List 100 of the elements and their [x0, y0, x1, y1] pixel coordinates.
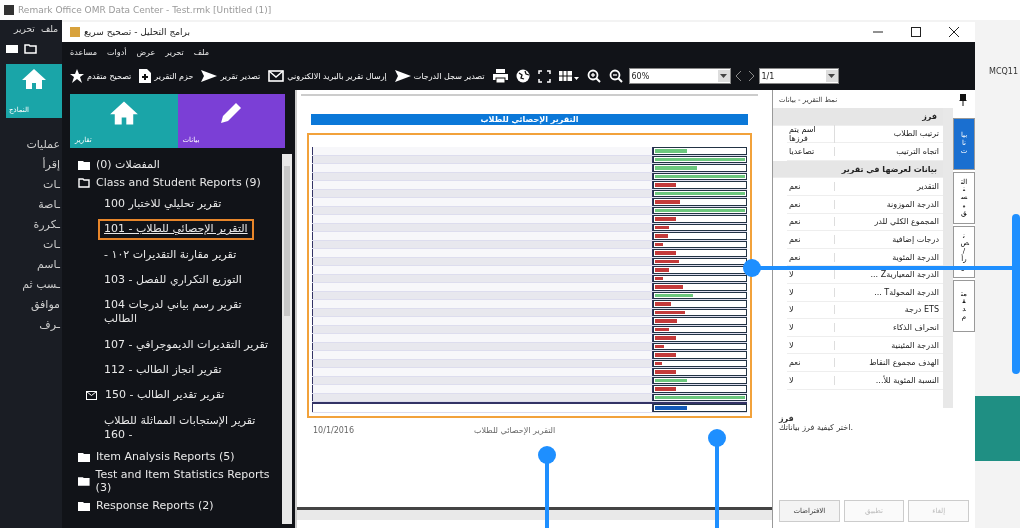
column-header: MCQ11	[989, 67, 1018, 76]
report-item[interactable]: 104 تقرير رسم بياني لدرجات الطالب	[98, 295, 280, 330]
home-icon	[108, 100, 139, 126]
report-item[interactable]: 101 - التقرير الإحصائي للطلاب	[98, 219, 254, 240]
toolbar-icon[interactable]	[6, 44, 18, 54]
folder-icon	[78, 476, 90, 487]
page-dropdown[interactable]: 1/1	[758, 68, 839, 84]
menu-item[interactable]: عرض	[136, 47, 156, 57]
report-item[interactable]: 107 - تقرير التقديرات الديموجرافي	[98, 334, 275, 356]
property-value[interactable]: نعم	[787, 358, 835, 368]
envelope-icon	[86, 391, 97, 400]
property-name: انحراف الذكاء	[892, 322, 940, 332]
property-group[interactable]: فرز	[922, 111, 937, 121]
report-item[interactable]: - تقرير مقارنة التقديرات ١٠٢	[98, 244, 243, 265]
arrow-icon	[201, 70, 218, 82]
property-name: درجة ETS	[903, 305, 940, 315]
property-value[interactable]: نعم	[787, 217, 835, 227]
globe-icon	[515, 69, 530, 83]
property-name: ... Tالدرجة المحولة	[873, 287, 940, 297]
grid-button[interactable]	[556, 69, 581, 83]
report-item[interactable]: 103 - التوزيع التكراري للفصل	[98, 269, 248, 291]
sidebar-item[interactable]: ـاسم	[36, 258, 60, 271]
window-title: برامج التحليل - تصحيح سريع	[84, 27, 191, 37]
sidebar-item[interactable]: ـكررة	[33, 218, 60, 231]
pin-icon[interactable]	[959, 94, 967, 106]
property-name: ترتيب الطلاب	[892, 129, 940, 139]
window-icon	[70, 27, 80, 37]
property-value[interactable]: لا	[787, 287, 835, 297]
property-name: درجات إضافية	[891, 234, 940, 244]
side-panel	[975, 396, 1020, 461]
menu-item[interactable]: تحرير	[14, 24, 35, 34]
property-value[interactable]: نعم	[787, 199, 835, 209]
toolbar-button[interactable]: حزم التقرير	[137, 68, 196, 84]
toolbar-button[interactable]: تصحيح متقدم	[68, 68, 134, 84]
property-value[interactable]: اسم يتم فرزها	[787, 124, 835, 143]
sidebar-item[interactable]: إقرأ	[42, 158, 60, 171]
property-value[interactable]: نعم	[787, 252, 835, 262]
menu-item[interactable]: ملف	[40, 24, 58, 34]
footer-date: 10/1/2016	[313, 425, 355, 435]
property-name: الدرجة الموزونة	[885, 199, 940, 209]
property-value[interactable]: لا	[787, 375, 835, 385]
report-item[interactable]: 100 تقرير تحليلي للاختبار	[98, 194, 228, 215]
tree-folder[interactable]: Item Analysis Reports (5)	[78, 450, 282, 464]
property-name: المجموع الكلي للدر	[873, 217, 940, 227]
toolbar-button[interactable]: تصدير تقرير	[199, 69, 263, 83]
sidebar-item[interactable]: ـات	[43, 178, 60, 191]
help-text: اختر كيفية فرز بياناتك.	[779, 423, 854, 432]
tree-folder[interactable]: Class and Student Reports (9)	[78, 176, 282, 189]
maximize-icon[interactable]	[911, 27, 921, 37]
menu-item[interactable]: ملف	[193, 47, 209, 57]
next-page-icon[interactable]	[746, 71, 755, 81]
property-name: ... Zالدرجة المعيارية	[869, 270, 940, 280]
zoom-in-icon	[586, 69, 601, 83]
sidebar-item[interactable]: ـاصة	[38, 198, 60, 211]
folder-icon	[78, 500, 90, 511]
star-icon	[70, 69, 84, 83]
fullscreen-icon	[537, 69, 551, 83]
close-icon[interactable]	[949, 27, 959, 37]
menu-item[interactable]: تحرير	[165, 47, 184, 57]
tree-folder[interactable]: Response Reports (2)	[78, 499, 282, 513]
property-value[interactable]: تصاعديا	[787, 147, 835, 156]
arrow-icon	[394, 70, 411, 82]
property-name: اتجاه الترتيب	[895, 147, 940, 156]
previous-page-icon[interactable]	[734, 71, 743, 81]
property-value[interactable]: لا	[787, 340, 835, 350]
footer-title: التقرير الإحصائي للطلاب	[474, 425, 556, 435]
report-item[interactable]: 150 - تقرير تقدير الطالب	[80, 385, 231, 406]
toolbar-button[interactable]: تصدير سجل الدرجات	[392, 69, 487, 83]
property-value[interactable]: لا	[787, 305, 835, 315]
caret-icon	[720, 74, 727, 78]
outer-window-title: Remark Office OMR Data Center - Test.rmk [Untitled (1)]	[18, 5, 272, 15]
printer-icon	[492, 69, 508, 83]
property-name: التقدير	[915, 182, 940, 192]
sidebar-item[interactable]: عمليات	[26, 138, 60, 151]
menu-item[interactable]: مساعدة	[70, 47, 98, 57]
scrollbar[interactable]	[282, 154, 292, 524]
sidebar-item[interactable]: ـرف	[39, 318, 60, 331]
expand-button[interactable]	[535, 68, 553, 84]
sidebar-item[interactable]: ـسب ثم	[22, 278, 60, 291]
report-item[interactable]: 112 - تقرير انجاز الطالب	[98, 360, 228, 381]
folder-icon	[78, 177, 90, 188]
property-value[interactable]: لا	[787, 322, 835, 332]
tree-folder[interactable]: (0) المفضلات	[78, 158, 282, 171]
print-button[interactable]	[490, 68, 510, 84]
property-name: ...النسبة المئوية للأ	[874, 375, 940, 385]
property-value[interactable]: نعم	[787, 234, 835, 244]
home-icon	[21, 68, 47, 90]
tree-folder[interactable]: Test and Item Statistics Reports (3)	[78, 468, 282, 495]
zoom-dropdown[interactable]: 60%	[628, 68, 731, 84]
scrollbar[interactable]	[297, 507, 772, 520]
menu-item[interactable]: أدوات	[107, 47, 127, 57]
property-name: الدرجة المئينية	[890, 340, 940, 350]
folder-icon[interactable]	[24, 44, 37, 54]
sidebar-item[interactable]: ـات	[43, 238, 60, 251]
grid-icon	[558, 70, 579, 82]
report-item[interactable]: تقرير الإستجابات المماثلة للطلاب 160 -	[98, 410, 280, 446]
property-value[interactable]: نعم	[787, 182, 835, 192]
caret-icon	[828, 74, 835, 78]
sidebar-item[interactable]: موافق	[30, 298, 60, 311]
toolbar-button[interactable]: إرسال تقرير بالبريد الالكتروني	[266, 69, 389, 83]
